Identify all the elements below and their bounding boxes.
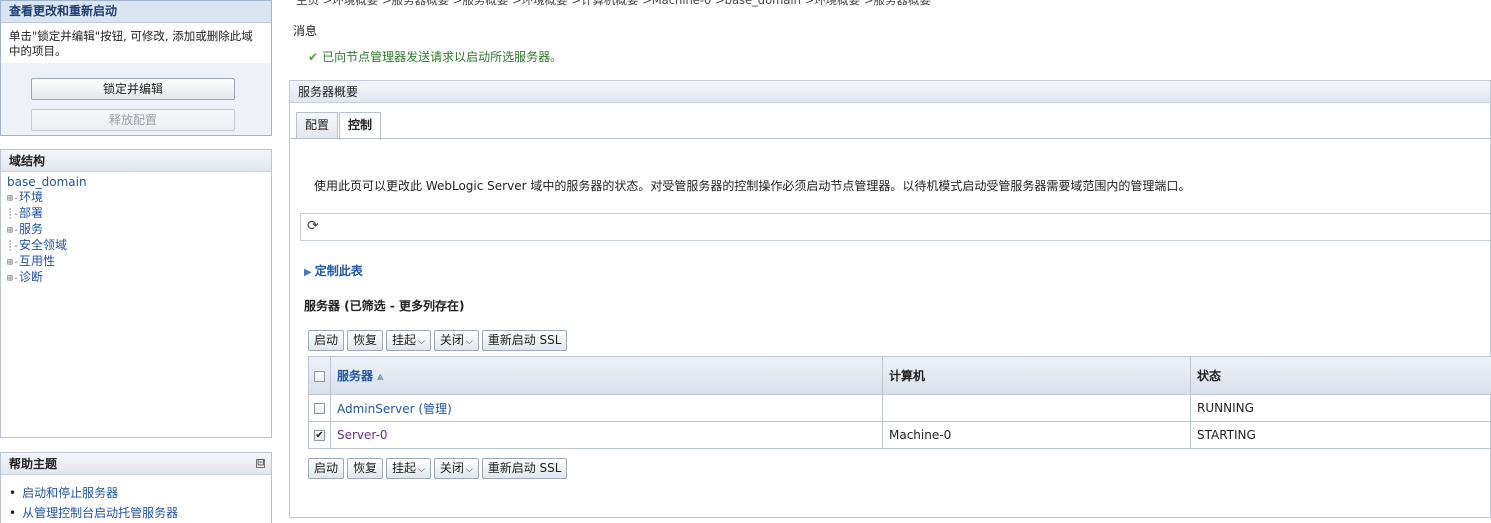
- expand-triangle-icon: ▶: [304, 267, 312, 278]
- server-actions-toolbar-bottom: 启动 恢复 挂起 ⌵ 关闭 ⌵ 重新启动 SSL: [308, 458, 570, 480]
- table-header-row: 服务器 ⩓ 计算机 状态: [308, 356, 1491, 395]
- state-cell: STARTING: [1190, 421, 1491, 449]
- resume-button[interactable]: 恢复: [347, 330, 384, 351]
- panel-title: 服务器概要: [290, 81, 1490, 103]
- help-topic-link[interactable]: • 从管理控制台启动托管服务器: [9, 503, 263, 523]
- expand-icon[interactable]: ⊞-: [7, 193, 19, 204]
- lock-and-edit-button[interactable]: 锁定并编辑: [31, 78, 235, 100]
- chevron-down-icon: ⌵: [465, 337, 473, 347]
- help-topic-link[interactable]: • 启动和停止服务器: [9, 483, 263, 503]
- machine-cell: Machine-0: [882, 421, 1191, 449]
- server-link[interactable]: AdminServer (管理): [337, 402, 452, 416]
- servers-table-title: 服务器 (已筛选 - 更多列存在): [304, 299, 465, 313]
- resume-button[interactable]: 恢复: [347, 458, 384, 479]
- restart-ssl-button[interactable]: 重新启动 SSL: [481, 458, 568, 479]
- row-checkbox-checked[interactable]: ✔: [314, 430, 325, 441]
- change-center-panel: 查看更改和重新启动 单击"锁定并编辑"按钮, 可修改, 添加或删除此域中的项目。…: [0, 0, 272, 136]
- server-link[interactable]: Server-0: [337, 428, 388, 442]
- server-summary-panel: 服务器概要 配置 控制 使用此页可以更改此 WebLogic Server 域中的…: [289, 80, 1491, 518]
- table-row: ✔ Server-0 Machine-0 STARTING: [308, 421, 1491, 449]
- tree-item-environment[interactable]: ⊞-环境: [7, 190, 265, 206]
- column-header-machine[interactable]: 计算机: [882, 356, 1191, 395]
- servers-table: 服务器 ⩓ 计算机 状态 AdminServer (管理) RUNNING ✔ S…: [308, 356, 1491, 449]
- domain-tree: base_domain ⊞-环境 ┊-部署 ⊞-服务 ┊-安全领域 ⊞-互用性 …: [1, 172, 271, 289]
- start-button[interactable]: 启动: [308, 330, 345, 351]
- page-description: 使用此页可以更改此 WebLogic Server 域中的服务器的状态。对受管服…: [314, 179, 1191, 193]
- breadcrumb[interactable]: 主页 >环境概要 >服务器概要 >服务概要 >环境概要 >计算机概要 >Mach…: [296, 0, 931, 8]
- tree-connector-icon: ┊-: [7, 241, 20, 252]
- collapse-icon[interactable]: ⊟: [256, 459, 265, 468]
- state-cell: RUNNING: [1190, 394, 1491, 422]
- expand-icon[interactable]: ⊞-: [7, 257, 19, 268]
- chevron-down-icon: ⌵: [465, 465, 473, 475]
- success-message: ✔ 已向节点管理器发送请求以启动所选服务器。: [308, 50, 563, 64]
- refresh-bar: ⟳: [300, 213, 1491, 241]
- change-center-title: 查看更改和重新启动: [1, 1, 271, 23]
- refresh-icon[interactable]: ⟳: [307, 218, 319, 234]
- release-configuration-button[interactable]: 释放配置: [31, 109, 235, 131]
- shutdown-dropdown-button[interactable]: 关闭 ⌵: [433, 458, 479, 479]
- tree-root-base-domain[interactable]: base_domain: [7, 175, 265, 190]
- tree-item-deployments[interactable]: ┊-部署: [7, 206, 265, 222]
- row-checkbox[interactable]: [314, 403, 325, 414]
- help-topics-header: 帮助主题 ⊟: [1, 453, 271, 475]
- column-header-state[interactable]: 状态: [1190, 356, 1491, 395]
- tab-divider: [290, 138, 1490, 139]
- domain-structure-title: 域结构: [1, 150, 271, 172]
- change-center-instructions: 单击"锁定并编辑"按钮, 可修改, 添加或删除此域中的项目。: [1, 23, 271, 63]
- expand-icon[interactable]: ⊞-: [7, 273, 19, 284]
- chevron-down-icon: ⌵: [418, 337, 425, 347]
- restart-ssl-button[interactable]: 重新启动 SSL: [481, 330, 568, 351]
- tab-control[interactable]: 控制: [339, 112, 382, 140]
- chevron-down-icon: ⌵: [418, 465, 425, 475]
- tree-item-diagnostics[interactable]: ⊞-诊断: [7, 270, 265, 286]
- tree-item-services[interactable]: ⊞-服务: [7, 222, 265, 238]
- sort-ascending-icon[interactable]: ⩓: [377, 370, 383, 383]
- checkmark-icon: ✔: [308, 50, 319, 64]
- domain-structure-panel: 域结构 base_domain ⊞-环境 ┊-部署 ⊞-服务 ┊-安全领域 ⊞-…: [0, 149, 272, 438]
- tree-connector-icon: ┊-: [7, 209, 20, 220]
- suspend-dropdown-button[interactable]: 挂起 ⌵: [386, 330, 431, 351]
- shutdown-dropdown-button[interactable]: 关闭 ⌵: [433, 330, 479, 351]
- help-topics-title: 帮助主题: [9, 457, 58, 471]
- server-actions-toolbar-top: 启动 恢复 挂起 ⌵ 关闭 ⌵ 重新启动 SSL: [308, 330, 570, 352]
- help-topics-panel: 帮助主题 ⊟ • 启动和停止服务器 • 从管理控制台启动托管服务器: [0, 452, 272, 523]
- tab-bar: 配置 控制: [296, 112, 382, 140]
- customize-table-link[interactable]: ▶ 定制此表: [304, 262, 363, 279]
- messages-label: 消息: [293, 24, 318, 38]
- start-button[interactable]: 启动: [308, 458, 345, 479]
- select-all-checkbox-cell[interactable]: [308, 356, 331, 395]
- tree-item-interoperability[interactable]: ⊞-互用性: [7, 254, 265, 270]
- expand-icon[interactable]: ⊞-: [7, 225, 19, 236]
- machine-cell: [882, 394, 1191, 422]
- tab-configuration[interactable]: 配置: [296, 112, 339, 139]
- select-all-checkbox[interactable]: [314, 370, 325, 382]
- column-header-server[interactable]: 服务器 ⩓: [330, 356, 883, 395]
- table-row: AdminServer (管理) RUNNING: [308, 394, 1491, 422]
- help-topics-list: • 启动和停止服务器 • 从管理控制台启动托管服务器: [1, 475, 271, 523]
- suspend-dropdown-button[interactable]: 挂起 ⌵: [386, 458, 431, 479]
- tree-item-security-realms[interactable]: ┊-安全领域: [7, 238, 265, 254]
